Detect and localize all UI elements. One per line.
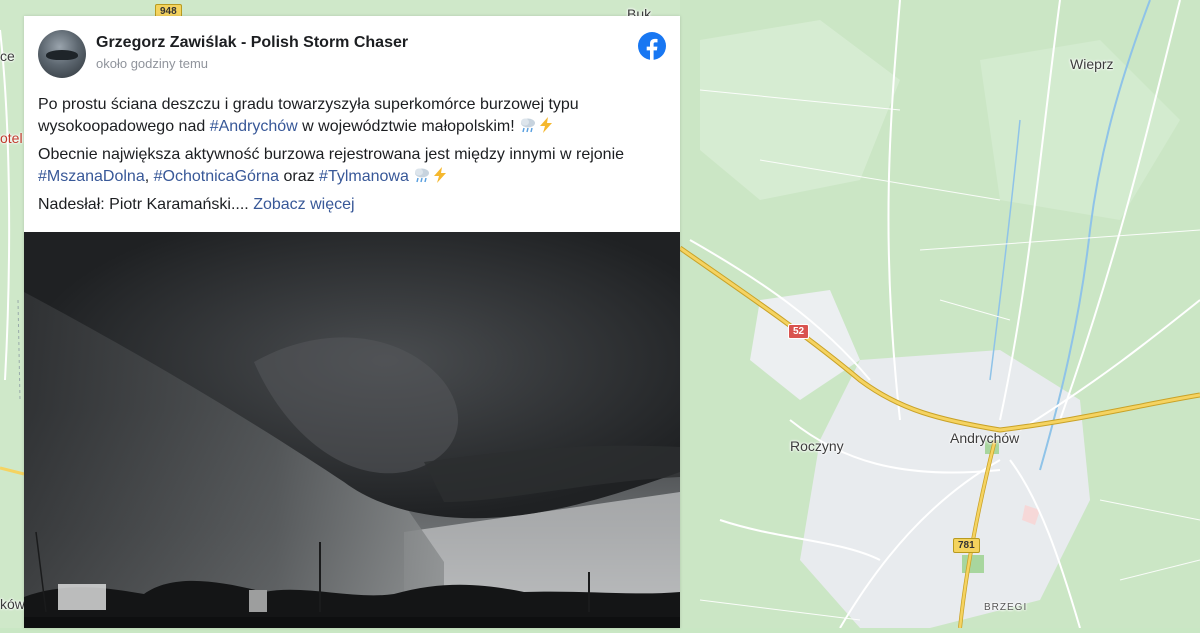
road-shield-52: 52 (788, 324, 810, 339)
post-body: Po prostu ściana deszczu i gradu towarzy… (38, 94, 668, 222)
post-paragraph-2: Obecnie największa aktywność burzowa rej… (38, 144, 668, 188)
storm-shelf-cloud-photo[interactable] (24, 232, 680, 628)
facebook-icon[interactable] (638, 32, 666, 60)
post-timestamp[interactable]: około godziny temu (96, 56, 208, 71)
post-author[interactable]: Grzegorz Zawiślak - Polish Storm Chaser (96, 34, 408, 52)
post-paragraph-3: Nadesłał: Piotr Karamański.... Zobacz wi… (38, 194, 668, 216)
map-label-andrychow[interactable]: Andrychów (950, 430, 1019, 446)
cloud-rain-icon (415, 168, 430, 183)
map-label-left-mid: otel (0, 130, 23, 146)
facebook-post-card[interactable]: Grzegorz Zawiślak - Polish Storm Chaser … (24, 16, 680, 628)
map-label-brzegi[interactable]: BRZEGI (984, 602, 1027, 613)
post-text: oraz (279, 168, 320, 185)
post-header: Grzegorz Zawiślak - Polish Storm Chaser … (38, 30, 666, 80)
hashtag-link[interactable]: #Andrychów (210, 118, 298, 135)
post-text: Obecnie największa aktywność burzowa rej… (38, 146, 625, 163)
hashtag-link[interactable]: #MszanaDolna (38, 168, 145, 185)
post-text: Nadesłał: Piotr Karamański.... (38, 196, 254, 213)
avatar[interactable] (38, 30, 86, 78)
lightning-icon (434, 167, 447, 183)
post-text: w województwie małopolskim! (297, 118, 515, 135)
post-paragraph-1: Po prostu ściana deszczu i gradu towarzy… (38, 94, 668, 138)
lightning-icon (540, 117, 553, 133)
map-label-left-bottom: ków (0, 596, 25, 612)
road-shield-781: 781 (953, 538, 980, 553)
post-text: , (144, 168, 154, 185)
cloud-rain-icon (521, 118, 536, 133)
hashtag-link[interactable]: #Tylmanowa (319, 168, 409, 185)
map-label-roczyny[interactable]: Roczyny (790, 438, 844, 454)
map-label-wieprz[interactable]: Wieprz (1070, 56, 1114, 72)
hashtag-link[interactable]: #OchotnicaGórna (154, 168, 279, 185)
see-more-link[interactable]: Zobacz więcej (253, 196, 354, 213)
map-label-left-top: ce (0, 48, 15, 64)
